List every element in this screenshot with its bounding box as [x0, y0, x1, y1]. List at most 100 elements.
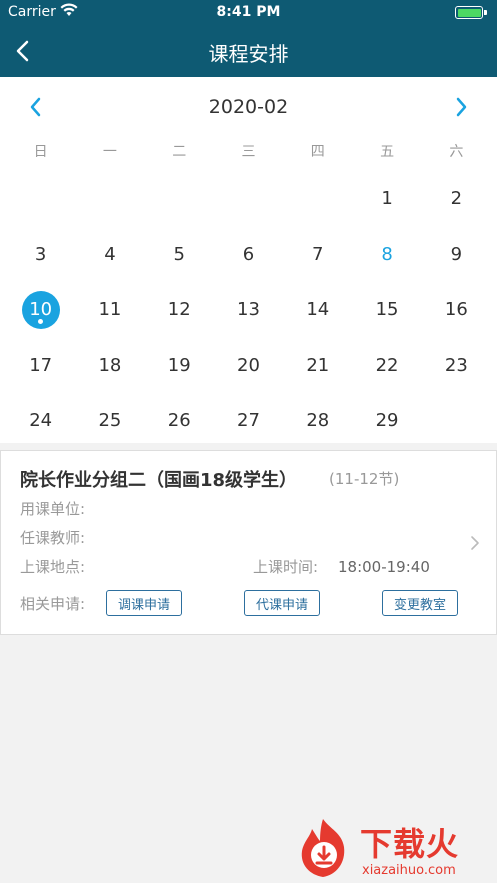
day-number-text: 15 [375, 299, 399, 321]
weekday-label: 五 [380, 144, 395, 160]
day-number: 28 [299, 402, 337, 440]
day-number-text: 22 [375, 354, 399, 376]
day-number-text: 26 [167, 410, 191, 432]
calendar-blank-cell [422, 393, 491, 449]
watermark: 下载火 xiazaihuo.com [292, 817, 492, 881]
day-number: 25 [91, 402, 129, 440]
time-label: 上课时间: [253, 558, 319, 576]
change-classroom-button[interactable]: 变更教室 [382, 590, 458, 616]
day-number: 7 [299, 235, 337, 273]
day-number: 14 [299, 291, 337, 329]
weekday-header: 日一二三四五六 [6, 141, 491, 161]
day-number-text: 19 [167, 354, 191, 376]
day-number-text: 24 [29, 410, 53, 432]
day-number: 20 [229, 346, 267, 384]
day-number-text: 1 [381, 188, 393, 210]
battery-icon [455, 6, 483, 19]
calendar-header: 2020-02 [0, 93, 497, 123]
calendar-day-7[interactable]: 7 [283, 227, 352, 283]
calendar-day-18[interactable]: 18 [75, 338, 144, 394]
weekday-label: 日 [33, 144, 48, 160]
weekday-label: 三 [241, 144, 256, 160]
weekday-label: 一 [102, 144, 117, 160]
day-number: 24 [22, 402, 60, 440]
calendar-day-20[interactable]: 20 [214, 338, 283, 394]
calendar-day-13[interactable]: 13 [214, 282, 283, 338]
day-number-text: 21 [306, 354, 330, 376]
unit-label: 用课单位: [20, 500, 86, 518]
calendar-day-2[interactable]: 2 [422, 171, 491, 227]
day-number: 6 [229, 235, 267, 273]
day-number-text: 7 [312, 243, 324, 265]
flame-logo-icon [301, 819, 345, 877]
day-number: 11 [91, 291, 129, 329]
course-sessions: (11-12节) [329, 470, 400, 488]
calendar-day-26[interactable]: 26 [145, 393, 214, 449]
day-number-text: 14 [306, 299, 330, 321]
day-number: 9 [437, 235, 475, 273]
calendar-day-3[interactable]: 3 [6, 227, 75, 283]
calendar-day-14[interactable]: 14 [283, 282, 352, 338]
day-number: 17 [22, 346, 60, 384]
calendar-grid: 1 2 3 4 5 6 7 8 9 10 11 12 13 14 15 16 17 18 19 20 21 22 23 24 2… [6, 171, 491, 449]
calendar-day-1[interactable]: 1 [352, 171, 421, 227]
calendar-blank-cell [75, 171, 144, 227]
requests-label: 相关申请: [20, 595, 86, 613]
calendar-day-8[interactable]: 8 [352, 227, 421, 283]
calendar-day-29[interactable]: 29 [352, 393, 421, 449]
course-card[interactable]: 院长作业分组二（国画18级学生） (11-12节) 用课单位: 任课教师: 上课… [0, 450, 497, 635]
calendar-day-19[interactable]: 19 [145, 338, 214, 394]
teacher-label: 任课教师: [20, 529, 86, 547]
chevron-right-icon [471, 536, 479, 550]
day-number-text: 29 [375, 410, 399, 432]
calendar-day-22[interactable]: 22 [352, 338, 421, 394]
day-number-text: 2 [450, 188, 463, 210]
watermark-brand: 下载火 [360, 825, 460, 863]
reschedule-request-button[interactable]: 调课申请 [106, 590, 182, 616]
calendar-day-9[interactable]: 9 [422, 227, 491, 283]
day-number: 16 [437, 291, 475, 329]
day-number-text: 12 [167, 299, 191, 321]
calendar-blank-cell [283, 171, 352, 227]
day-number: 10 [21, 290, 60, 329]
calendar-day-5[interactable]: 5 [145, 227, 214, 283]
day-number-text: 5 [173, 243, 185, 265]
nav-bar: 课程安排 [0, 26, 497, 77]
next-month-button[interactable] [451, 95, 471, 119]
day-number: 8 [368, 235, 406, 273]
day-number-text: 25 [98, 410, 122, 432]
day-number-text: 28 [306, 410, 330, 432]
day-number-text: 8 [381, 243, 393, 265]
calendar-day-23[interactable]: 23 [422, 338, 491, 394]
calendar-day-4[interactable]: 4 [75, 227, 144, 283]
day-number-text: 10 [29, 299, 53, 321]
calendar-day-10[interactable]: 10 [6, 282, 75, 338]
day-number: 19 [160, 346, 198, 384]
calendar-day-17[interactable]: 17 [6, 338, 75, 394]
page-title: 课程安排 [208, 42, 289, 66]
calendar-day-12[interactable]: 12 [145, 282, 214, 338]
substitute-request-button[interactable]: 代课申请 [244, 590, 320, 616]
status-time: 8:41 PM [216, 4, 281, 20]
calendar-day-21[interactable]: 21 [283, 338, 352, 394]
day-number-text: 13 [237, 299, 260, 321]
battery-tip [484, 10, 487, 15]
calendar-day-11[interactable]: 11 [75, 282, 144, 338]
calendar-day-25[interactable]: 25 [75, 393, 144, 449]
day-number-text: 23 [444, 354, 468, 376]
day-number: 27 [229, 402, 267, 440]
calendar-day-16[interactable]: 16 [422, 282, 491, 338]
calendar-day-24[interactable]: 24 [6, 393, 75, 449]
calendar-blank-cell [6, 171, 75, 227]
calendar-day-6[interactable]: 6 [214, 227, 283, 283]
calendar-day-15[interactable]: 15 [352, 282, 421, 338]
calendar-day-27[interactable]: 27 [214, 393, 283, 449]
day-number: 13 [229, 291, 267, 329]
calendar-day-28[interactable]: 28 [283, 393, 352, 449]
day-number: 22 [368, 346, 406, 384]
day-number-text: 18 [98, 354, 122, 376]
weekday-label: 六 [449, 144, 464, 160]
chevron-right-icon [456, 97, 467, 117]
calendar-blank-cell [145, 171, 214, 227]
course-title: 院长作业分组二（国画18级学生） [20, 470, 298, 491]
